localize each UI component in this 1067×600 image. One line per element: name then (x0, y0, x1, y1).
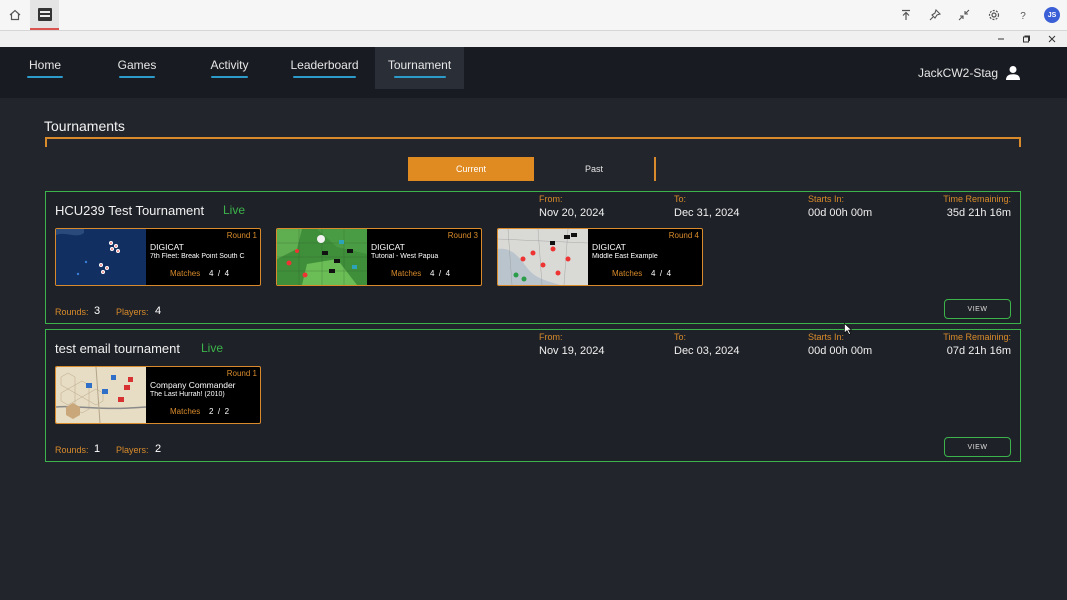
map-thumbnail (498, 229, 588, 285)
rounds-label: Rounds: (55, 307, 89, 317)
map-thumbnail (277, 229, 367, 285)
nav-home[interactable]: Home (27, 47, 63, 89)
nav-activity[interactable]: Activity (210, 47, 249, 89)
starts-in-label: Starts In: (808, 332, 845, 342)
players-count: 2 (155, 443, 162, 455)
tournament-name: test email tournament (55, 341, 181, 356)
scenario-name: The Last Hurrah! (2010) (150, 391, 225, 398)
close-icon[interactable] (1044, 32, 1060, 46)
game-name: DIGICAT (592, 242, 626, 252)
from-label: From: (539, 194, 563, 204)
user-icon[interactable] (1005, 65, 1021, 81)
players-label: Players: (116, 445, 149, 455)
status-badge: Live (201, 341, 224, 355)
app-icon (37, 7, 52, 21)
map-thumbnail (56, 229, 146, 285)
scenario-name: 7th Fleet: Break Point South C (150, 253, 245, 260)
nav-leaderboard-label: Leaderboard (290, 58, 359, 72)
main-nav: Home Games Activity Leaderboard Tourname… (0, 47, 1067, 98)
from-label: From: (539, 332, 563, 342)
rounds-count: 1 (94, 443, 101, 455)
match-count: 2 / 2 (209, 407, 230, 416)
restore-icon[interactable] (1018, 32, 1034, 46)
tab-current[interactable]: Current (408, 157, 534, 181)
to-date: Dec 03, 2024 (674, 345, 740, 357)
game-name: DIGICAT (150, 242, 184, 252)
app-tab[interactable] (30, 0, 59, 30)
match-count: 4 / 4 (209, 269, 230, 278)
nav-underline (293, 76, 356, 78)
gear-icon[interactable] (985, 6, 1003, 24)
rounds-count: 3 (94, 305, 101, 317)
matches-label: Matches (170, 407, 201, 416)
mouse-cursor-icon (844, 323, 852, 335)
home-icon[interactable] (6, 6, 24, 24)
minimize-icon[interactable] (993, 32, 1009, 46)
to-date: Dec 31, 2024 (674, 207, 740, 219)
window-titlebar (0, 31, 1067, 47)
from-date: Nov 20, 2024 (539, 207, 605, 219)
nav-activity-label: Activity (210, 58, 249, 72)
round-card[interactable]: Round 1 Company Commander The Last Hurra… (55, 366, 261, 424)
tournament-card: test email tournament Live From: Nov 19,… (45, 329, 1021, 462)
nav-tournament-label: Tournament (387, 58, 452, 72)
nav-games[interactable]: Games (117, 47, 157, 89)
nav-leaderboard[interactable]: Leaderboard (290, 47, 359, 89)
to-label: To: (674, 194, 687, 204)
match-count: 4 / 4 (651, 269, 672, 278)
time-remaining-label: Time Remaining: (943, 194, 1011, 204)
status-badge: Live (223, 203, 246, 217)
browser-toolbar: ? JS (0, 0, 1067, 31)
time-remaining-value: 35d 21h 16m (946, 207, 1011, 219)
view-button[interactable]: VIEW (944, 299, 1011, 319)
round-label: Round 3 (447, 231, 478, 240)
matches-label: Matches (170, 269, 201, 278)
matches-label: Matches (612, 269, 643, 278)
round-label: Round 1 (226, 231, 257, 240)
from-date: Nov 19, 2024 (539, 345, 605, 357)
tab-past[interactable]: Past (534, 157, 656, 181)
nav-tournament[interactable]: Tournament (375, 47, 464, 89)
collapse-icon[interactable] (955, 6, 973, 24)
starts-in-value: 00d 00h 00m (808, 207, 873, 219)
user-name[interactable]: JackCW2-Stag (918, 66, 998, 80)
nav-underline (119, 76, 155, 78)
players-label: Players: (116, 307, 149, 317)
pin-icon[interactable] (926, 6, 944, 24)
round-card[interactable]: Round 3 DIGICAT Tutorial - West Papua Ma… (276, 228, 482, 286)
nav-games-label: Games (117, 58, 157, 72)
time-remaining-value: 07d 21h 16m (946, 345, 1011, 357)
nav-underline (211, 76, 248, 78)
nav-home-label: Home (28, 58, 61, 72)
round-label: Round 4 (668, 231, 699, 240)
help-icon[interactable]: ? (1014, 6, 1032, 24)
rounds-label: Rounds: (55, 445, 89, 455)
tournament-card: HCU239 Test Tournament Live From: Nov 20… (45, 191, 1021, 324)
nav-underline (393, 76, 446, 78)
map-thumbnail (56, 367, 146, 423)
round-card[interactable]: Round 1 DIGICAT 7th Fleet: Break Point S… (55, 228, 261, 286)
players-count: 4 (155, 305, 162, 317)
match-count: 4 / 4 (430, 269, 451, 278)
round-label: Round 1 (226, 369, 257, 378)
view-button[interactable]: VIEW (944, 437, 1011, 457)
starts-in-value: 00d 00h 00m (808, 345, 873, 357)
avatar[interactable]: JS (1044, 7, 1060, 23)
matches-label: Matches (391, 269, 422, 278)
to-label: To: (674, 332, 687, 342)
tournament-name: HCU239 Test Tournament (55, 203, 205, 218)
game-name: DIGICAT (371, 242, 405, 252)
page-title: Tournaments (44, 118, 125, 134)
starts-in-label: Starts In: (808, 194, 845, 204)
tab-frame (45, 137, 1021, 147)
game-name: Company Commander (150, 380, 236, 390)
svg-text:?: ? (1020, 11, 1026, 21)
round-card[interactable]: Round 4 DIGICAT Middle East Example Matc… (497, 228, 703, 286)
scenario-name: Tutorial - West Papua (371, 253, 439, 260)
time-remaining-label: Time Remaining: (943, 332, 1011, 342)
upload-icon[interactable] (897, 6, 915, 24)
nav-underline (27, 76, 63, 78)
scenario-name: Middle East Example (592, 253, 658, 260)
